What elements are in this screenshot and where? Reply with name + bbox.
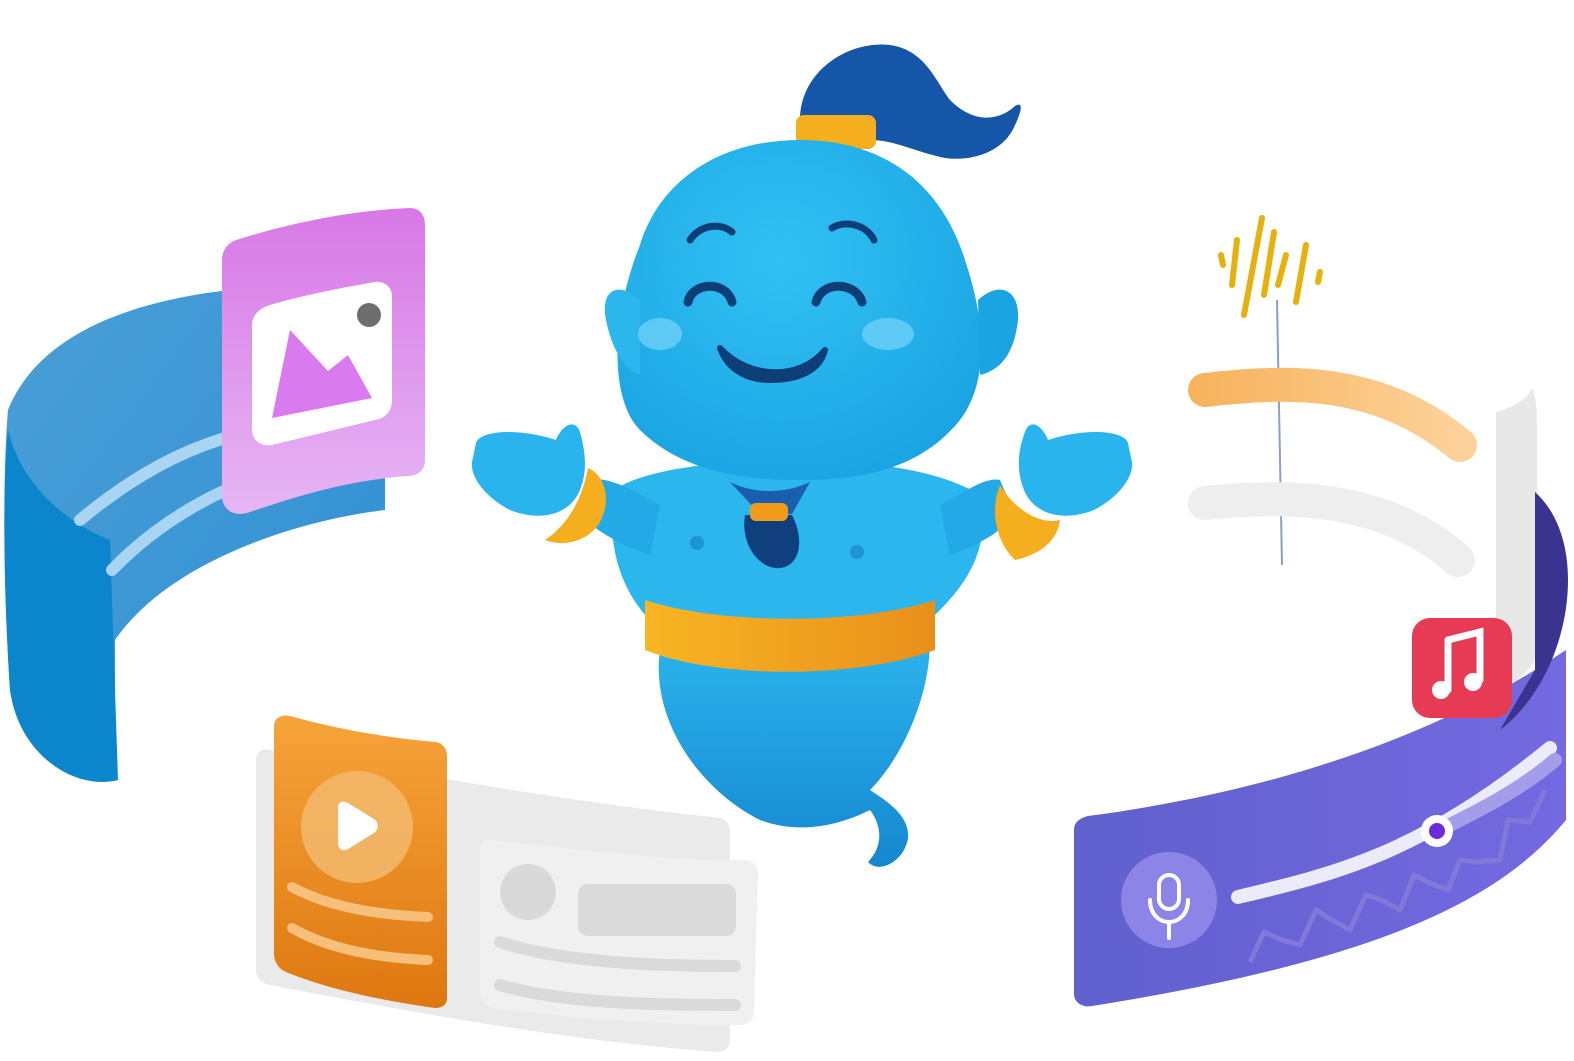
genie-illustration	[4, 44, 1568, 1052]
video-panel	[256, 715, 758, 1052]
waveform-icon	[1218, 215, 1323, 318]
image-panel	[4, 208, 425, 782]
music-note-icon	[1412, 618, 1512, 718]
image-icon	[252, 281, 392, 446]
audio-panel	[1074, 215, 1568, 1007]
genie-right-hand	[1018, 424, 1133, 516]
genie-left-hand	[471, 424, 585, 516]
genie-head	[617, 140, 982, 480]
genie-mascot	[471, 44, 1133, 867]
